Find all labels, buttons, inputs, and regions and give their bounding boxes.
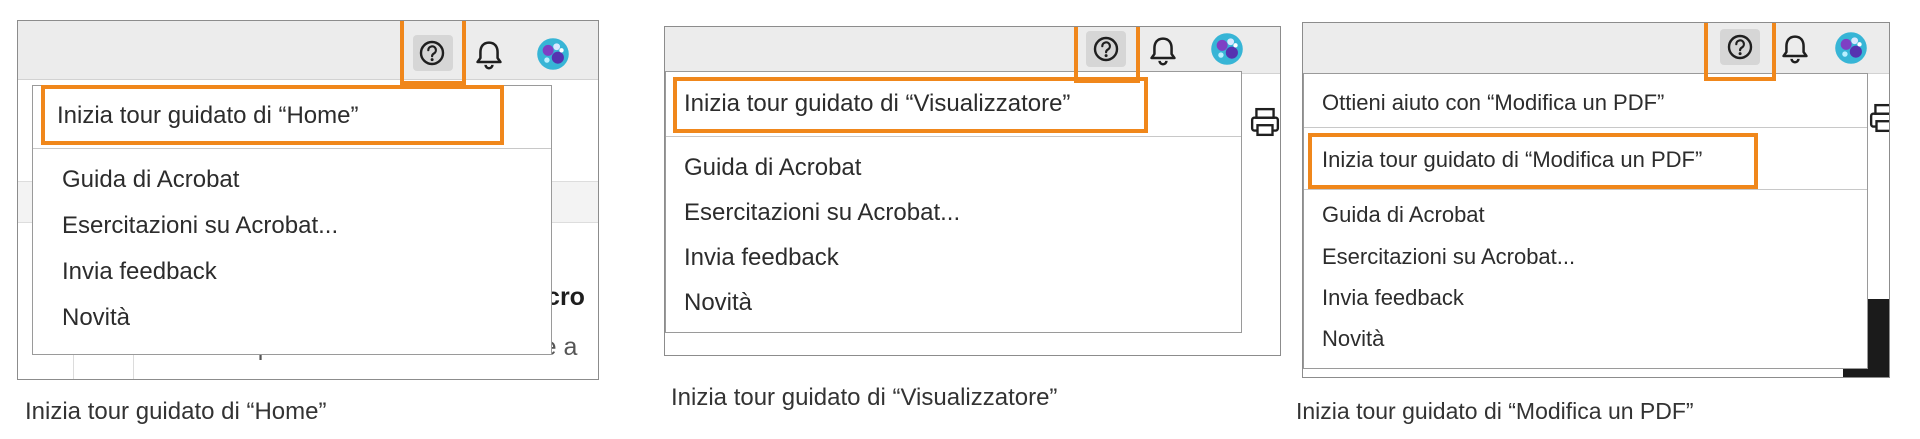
highlight-tour-item xyxy=(1308,133,1758,189)
screenshot-panel-edit-pdf: Ottieni aiuto con “Modifica un PDF” Iniz… xyxy=(1302,22,1890,378)
highlight-help-button xyxy=(1074,27,1140,83)
menu-item-acrobat-tutorials[interactable]: Esercitazioni su Acrobat... xyxy=(684,199,960,227)
highlight-help-button xyxy=(400,21,466,85)
avatar[interactable] xyxy=(1210,32,1244,66)
caption-home: Inizia tour guidato di “Home” xyxy=(25,398,327,425)
highlight-help-button xyxy=(1704,23,1776,81)
screenshot-panel-home: Acro Imposta Adobe Acrobat come a Inizia… xyxy=(17,20,599,380)
menu-item-send-feedback[interactable]: Invia feedback xyxy=(684,244,839,272)
bell-icon[interactable] xyxy=(473,38,505,70)
caption-viewer: Inizia tour guidato di “Visualizzatore” xyxy=(671,384,1058,411)
avatar[interactable] xyxy=(536,37,570,71)
menu-item-send-feedback[interactable]: Invia feedback xyxy=(62,258,217,286)
app-header xyxy=(18,21,598,80)
menu-item-help-edit-pdf[interactable]: Ottieni aiuto con “Modifica un PDF” xyxy=(1322,90,1664,116)
highlight-tour-item xyxy=(673,77,1148,133)
highlight-tour-item xyxy=(41,85,504,145)
app-header xyxy=(665,27,1280,74)
menu-separator xyxy=(1304,127,1867,128)
menu-item-acrobat-help[interactable]: Guida di Acrobat xyxy=(684,154,861,182)
menu-item-whats-new[interactable]: Novità xyxy=(1322,326,1384,352)
caption-edit-pdf: Inizia tour guidato di “Modifica un PDF” xyxy=(1296,398,1694,424)
menu-item-acrobat-help[interactable]: Guida di Acrobat xyxy=(1322,202,1485,228)
menu-separator xyxy=(33,148,551,149)
menu-item-whats-new[interactable]: Novità xyxy=(684,289,752,317)
help-dropdown-menu: Ottieni aiuto con “Modifica un PDF” Iniz… xyxy=(1303,73,1868,369)
menu-item-whats-new[interactable]: Novità xyxy=(62,304,130,332)
bell-icon[interactable] xyxy=(1147,34,1179,66)
menu-item-acrobat-help[interactable]: Guida di Acrobat xyxy=(62,166,239,194)
menu-item-acrobat-tutorials[interactable]: Esercitazioni su Acrobat... xyxy=(62,212,338,240)
print-icon[interactable] xyxy=(1869,103,1890,133)
menu-separator xyxy=(666,136,1241,137)
avatar[interactable] xyxy=(1834,31,1868,65)
screenshot-panel-viewer: Inizia tour guidato di “Visualizzatore” … xyxy=(664,26,1281,356)
menu-separator xyxy=(1304,189,1867,190)
bell-icon[interactable] xyxy=(1779,32,1811,64)
menu-item-acrobat-tutorials[interactable]: Esercitazioni su Acrobat... xyxy=(1322,244,1575,270)
menu-item-send-feedback[interactable]: Invia feedback xyxy=(1322,285,1464,311)
print-icon[interactable] xyxy=(1250,107,1280,137)
